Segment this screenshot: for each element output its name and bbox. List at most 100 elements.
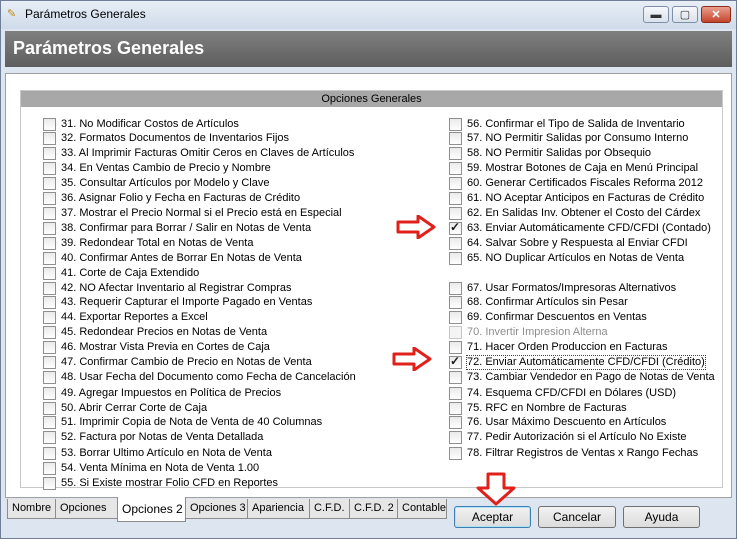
option-label: 37. Mostrar el Precio Normal si el Preci… [61,207,342,219]
option-label: 33. Al Imprimir Facturas Omitir Ceros en… [61,147,355,159]
option-checkbox[interactable] [43,326,56,339]
option-label: 32. Formatos Documentos de Inventarios F… [61,132,290,144]
option-label: 59. Mostrar Botones de Caja en Menú Prin… [467,162,699,174]
tab-nombre[interactable]: Nombre [7,499,56,519]
option-checkbox[interactable] [449,402,462,415]
option-label: 63. Enviar Automáticamente CFD/CFDI (Con… [467,222,711,234]
option-label: 41. Corte de Caja Extendido [61,267,200,279]
option-label: 67. Usar Formatos/Impresoras Alternativo… [467,282,677,294]
option-checkbox[interactable] [449,162,462,175]
checkmark-icon: ✓ [450,220,461,234]
help-button[interactable]: Ayuda [623,506,700,528]
close-button[interactable]: ✕ [701,6,731,23]
option-label: 61. NO Aceptar Anticipos en Facturas de … [467,192,705,204]
option-checkbox[interactable] [43,132,56,145]
option-label: 39. Redondear Total en Notas de Venta [61,237,254,249]
tab-apariencia[interactable]: Apariencia [247,499,310,519]
option-checkbox[interactable] [449,416,462,429]
tab-c-f-d-2[interactable]: C.F.D. 2 [349,499,398,519]
option-label: 70. Invertir Impresion Alterna [467,326,608,338]
option-checkbox[interactable] [43,118,56,131]
option-label: 58. NO Permitir Salidas por Obsequio [467,147,652,159]
option-checkbox[interactable] [43,282,56,295]
option-checkbox[interactable] [43,462,56,475]
option-checkbox[interactable] [449,296,462,309]
option-checkbox[interactable] [43,341,56,354]
option-checkbox[interactable] [43,371,56,384]
option-label: 62. En Salidas Inv. Obtener el Costo del… [467,207,701,219]
cancel-button[interactable]: Cancelar [538,506,616,528]
option-label: 48. Usar Fecha del Documento como Fecha … [61,371,356,383]
tab-opciones[interactable]: Opciones [55,499,118,519]
option-checkbox[interactable] [449,341,462,354]
option-label: 47. Confirmar Cambio de Precio en Notas … [61,356,312,368]
option-checkbox[interactable] [449,207,462,220]
option-checkbox[interactable] [43,402,56,415]
option-checkbox[interactable]: ✓ [449,220,462,235]
page-header: Parámetros Generales [5,31,732,67]
option-checkbox[interactable] [449,252,462,265]
option-checkbox[interactable] [43,207,56,220]
option-label: 75. RFC en Nombre de Facturas [467,402,627,414]
option-checkbox[interactable] [43,416,56,429]
option-checkbox[interactable] [43,477,56,490]
option-checkbox[interactable] [43,252,56,265]
main-window: ✎ Parámetros Generales ▬ ▢ ✕ Parámetros … [0,0,737,539]
arrow-annotation-icon [476,472,516,506]
arrow-annotation-icon [396,215,436,239]
option-checkbox[interactable] [449,118,462,131]
option-label: 43. Requerir Capturar el Importe Pagado … [61,296,313,308]
option-checkbox[interactable]: ✓ [449,354,462,369]
option-label: 38. Confirmar para Borrar / Salir en Not… [61,222,312,234]
option-checkbox[interactable] [449,192,462,205]
option-checkbox[interactable] [449,237,462,250]
option-checkbox[interactable] [449,387,462,400]
accept-button[interactable]: Aceptar [454,506,531,528]
tab-c-f-d[interactable]: C.F.D. [309,499,350,519]
group-title: Opciones Generales [21,91,722,107]
option-checkbox[interactable] [449,371,462,384]
option-label: 65. NO Duplicar Artículos en Notas de Ve… [467,252,685,264]
tab-opciones-2[interactable]: Opciones 2 [117,497,186,522]
option-checkbox[interactable] [43,296,56,309]
option-label: 53. Borrar Ultimo Artículo en Nota de Ve… [61,447,272,459]
option-label: 60. Generar Certificados Fiscales Reform… [467,177,703,189]
option-checkbox[interactable] [43,177,56,190]
tab-contable[interactable]: Contable [397,499,447,519]
option-label: 71. Hacer Orden Produccion en Facturas [467,341,668,353]
option-label: 51. Imprimir Copia de Nota de Venta de 4… [61,416,323,428]
option-checkbox[interactable] [449,177,462,190]
option-checkbox[interactable] [43,192,56,205]
option-checkbox[interactable] [43,162,56,175]
option-checkbox[interactable] [43,147,56,160]
option-checkbox[interactable] [43,431,56,444]
option-label: 69. Confirmar Descuentos en Ventas [467,311,647,323]
arrow-annotation-icon [392,347,432,371]
option-label: 78. Filtrar Registros de Ventas x Rango … [467,447,699,459]
option-label: 35. Consultar Artículos por Modelo y Cla… [61,177,270,189]
option-checkbox[interactable] [43,222,56,235]
option-label: 55. Si Existe mostrar Folio CFD en Repor… [61,477,279,489]
title-bar[interactable]: ✎ Parámetros Generales ▬ ▢ ✕ [1,1,736,29]
option-checkbox[interactable] [43,447,56,460]
option-checkbox[interactable] [43,356,56,369]
option-checkbox[interactable] [449,132,462,145]
options-group: Opciones Generales 31. No Modificar Cost… [20,90,723,490]
option-checkbox [449,326,462,339]
option-checkbox[interactable] [449,147,462,160]
option-checkbox[interactable] [449,282,462,295]
option-label: 49. Agregar Impuestos en Política de Pre… [61,387,282,399]
option-checkbox[interactable] [449,431,462,444]
option-checkbox[interactable] [449,447,462,460]
option-checkbox[interactable] [43,311,56,324]
option-label: 50. Abrir Cerrar Corte de Caja [61,402,208,414]
option-label: 68. Confirmar Artículos sin Pesar [467,296,628,308]
option-checkbox[interactable] [43,387,56,400]
option-checkbox[interactable] [43,267,56,280]
tab-opciones-3[interactable]: Opciones 3 [185,499,248,519]
option-checkbox[interactable] [43,237,56,250]
option-checkbox[interactable] [449,311,462,324]
option-label: 31. No Modificar Costos de Artículos [61,118,239,130]
minimize-button[interactable]: ▬ [643,6,669,23]
maximize-button[interactable]: ▢ [672,6,698,23]
